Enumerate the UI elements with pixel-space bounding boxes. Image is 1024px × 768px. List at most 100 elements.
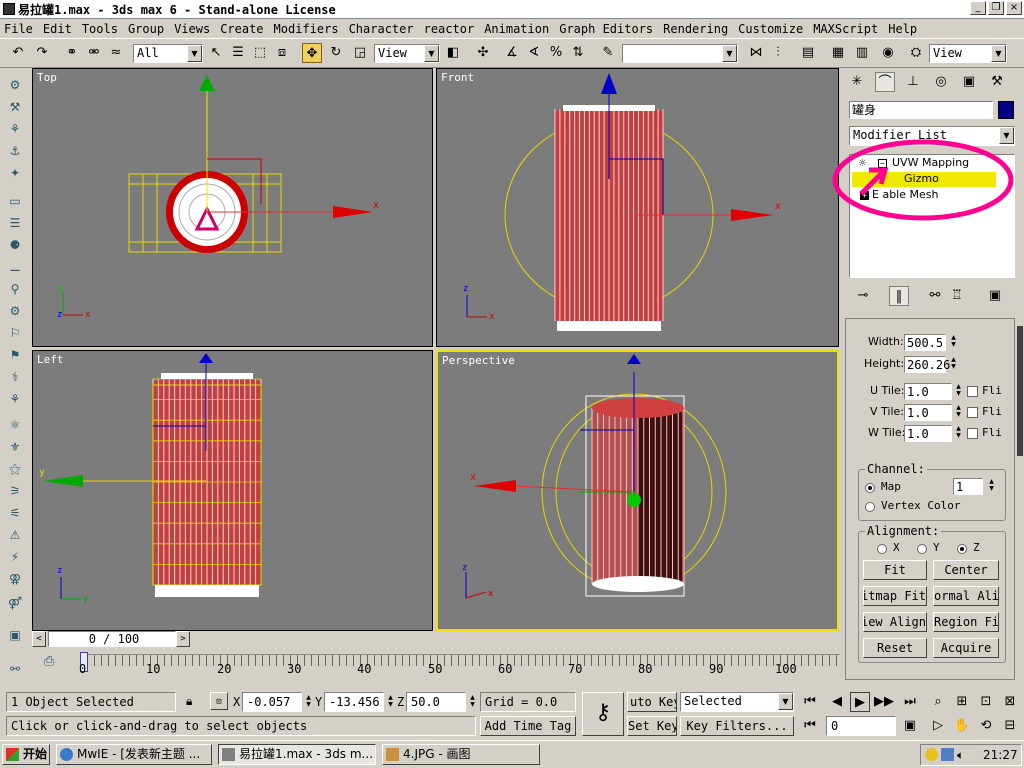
- viewport-front[interactable]: Front x z x: [436, 68, 839, 347]
- map-channel-spinner[interactable]: ▲ ▼: [987, 478, 996, 494]
- hierarchy-tab-icon[interactable]: ⊥: [903, 72, 923, 92]
- goto-end-icon[interactable]: ⏭: [900, 692, 920, 712]
- fit-button[interactable]: Fit: [863, 560, 927, 580]
- object-name-field[interactable]: 罐身: [849, 101, 993, 119]
- map-channel-field[interactable]: 1: [953, 478, 983, 495]
- redo-icon[interactable]: ↷: [32, 43, 52, 63]
- utilities-tab-icon[interactable]: ⚒: [987, 72, 1007, 92]
- view-align-button[interactable]: View Align: [863, 612, 927, 632]
- tool-icon[interactable]: ⚓: [6, 144, 24, 160]
- render-scene-icon[interactable]: ⛭: [906, 43, 926, 63]
- window-crossing-icon[interactable]: ⧈: [272, 43, 292, 63]
- tool-icon[interactable]: ⚙: [6, 304, 24, 320]
- key-filters-button[interactable]: Key Filters...: [680, 716, 794, 736]
- tool-icon[interactable]: ⚒: [6, 100, 24, 116]
- menu-rendering[interactable]: Rendering: [663, 22, 728, 36]
- utile-flip-checkbox[interactable]: [967, 386, 978, 397]
- zoom-all-icon[interactable]: ⊞: [952, 692, 972, 712]
- mirror-icon[interactable]: ⋈: [746, 43, 766, 63]
- tool-icon[interactable]: ▭: [6, 194, 24, 210]
- bitmap-fit-button[interactable]: Bitmap Fit: [863, 586, 927, 606]
- current-frame-field[interactable]: 0: [826, 716, 896, 736]
- tool-icon[interactable]: ⚛: [6, 418, 24, 434]
- tool-icon[interactable]: ☰: [6, 216, 24, 232]
- tool-icon[interactable]: ⚑: [6, 348, 24, 364]
- maximize-button[interactable]: ❐: [988, 1, 1004, 15]
- task-mwie[interactable]: MwIE - [发表新主题 ...: [56, 744, 212, 765]
- chevron-down-icon[interactable]: ▼: [424, 45, 439, 62]
- scale-icon[interactable]: ◲: [350, 43, 370, 63]
- tool-icon[interactable]: ⚜: [6, 440, 24, 456]
- select-link-icon[interactable]: ⚭: [62, 43, 82, 63]
- chevron-down-icon[interactable]: ▼: [187, 45, 202, 62]
- snap-toggle-icon[interactable]: ∡: [502, 43, 522, 63]
- tool-icon[interactable]: ⚤: [6, 596, 24, 612]
- y-coord-field[interactable]: -13.456: [324, 692, 384, 712]
- menu-reactor[interactable]: reactor: [424, 22, 475, 36]
- utile-field[interactable]: 1.0: [904, 383, 952, 400]
- network-icon[interactable]: [941, 748, 954, 761]
- vtile-spinner[interactable]: ▲ ▼: [954, 404, 963, 420]
- acquire-button[interactable]: Acquire: [933, 638, 999, 658]
- key-selection-combo[interactable]: Selected ▼: [680, 692, 794, 712]
- width-spinner[interactable]: ▲ ▼: [949, 334, 958, 350]
- wtile-field[interactable]: 1.0: [904, 425, 952, 442]
- vertex-color-radio[interactable]: [865, 502, 875, 512]
- zoom-icon[interactable]: ⌕: [928, 692, 948, 712]
- menu-file[interactable]: File: [4, 22, 33, 36]
- align-icon[interactable]: ⫶: [768, 43, 788, 63]
- chevron-down-icon[interactable]: ▼: [778, 693, 793, 710]
- tool-icon[interactable]: ⚞: [6, 484, 24, 500]
- zoom-extents-all-icon[interactable]: ⊠: [1000, 692, 1020, 712]
- spinner-snap-icon[interactable]: ⇅: [568, 43, 588, 63]
- display-tab-icon[interactable]: ▣: [959, 72, 979, 92]
- height-spinner[interactable]: ▲ ▼: [949, 356, 958, 372]
- pivot-center-icon[interactable]: ◧: [443, 43, 463, 63]
- zoom-extents-icon[interactable]: ⊡: [976, 692, 996, 712]
- tool-icon[interactable]: ⚙: [6, 78, 24, 94]
- lock-icon[interactable]: 🔒︎: [186, 694, 192, 709]
- play-icon[interactable]: ▶: [850, 692, 870, 712]
- prev-frame-button[interactable]: <: [32, 631, 46, 647]
- set-key-icon[interactable]: ⚷: [582, 692, 624, 736]
- modify-tab-icon[interactable]: ⌒: [875, 72, 895, 92]
- render-type-combo[interactable]: View ▼: [929, 44, 1007, 63]
- tool-icon[interactable]: ⚘: [6, 392, 24, 408]
- normal-align-button[interactable]: ormal Alig: [933, 586, 999, 606]
- align-y-radio[interactable]: [917, 544, 927, 554]
- viewport-perspective[interactable]: Perspective x z x: [436, 350, 839, 631]
- tool-icon[interactable]: ⚘: [6, 122, 24, 138]
- start-button[interactable]: 开始: [2, 744, 50, 765]
- selection-filter-combo[interactable]: All ▼: [133, 44, 203, 63]
- tool-icon[interactable]: ⚡: [6, 550, 24, 566]
- percent-snap-icon[interactable]: %: [546, 43, 566, 63]
- bind-spacewarp-icon[interactable]: ≈: [106, 43, 126, 63]
- height-field[interactable]: 260.26: [904, 356, 950, 373]
- time-slider[interactable]: < 0 / 100 >: [32, 631, 840, 648]
- material-editor-icon[interactable]: ◉: [878, 43, 898, 63]
- panel-scrollbar[interactable]: [1017, 326, 1023, 456]
- rotate-icon[interactable]: ↻: [326, 43, 346, 63]
- move-icon[interactable]: ✥: [302, 43, 322, 63]
- tool-icon[interactable]: ⚲: [6, 282, 24, 298]
- pin-stack-icon[interactable]: ⊸: [853, 286, 873, 306]
- absolute-mode-icon[interactable]: ⊡: [210, 692, 228, 710]
- menu-animation[interactable]: Animation: [484, 22, 549, 36]
- qq-icon[interactable]: [925, 748, 938, 761]
- tool-icon[interactable]: ⚈: [6, 238, 24, 254]
- align-z-radio[interactable]: [957, 544, 967, 554]
- show-end-result-icon[interactable]: ‖: [889, 286, 909, 306]
- tool-icon[interactable]: ⚢: [6, 572, 24, 588]
- next-key-icon[interactable]: ▶▶: [874, 692, 894, 712]
- select-by-name-icon[interactable]: ☰: [228, 43, 248, 63]
- rect-selection-icon[interactable]: ⬚: [250, 43, 270, 63]
- key-mode-icon[interactable]: ⏮: [800, 716, 820, 736]
- region-fit-button[interactable]: Region Fit: [933, 612, 999, 632]
- menu-modifiers[interactable]: Modifiers: [274, 22, 339, 36]
- motion-tab-icon[interactable]: ◎: [931, 72, 951, 92]
- menu-character[interactable]: Character: [349, 22, 414, 36]
- create-tab-icon[interactable]: ✳: [847, 72, 867, 92]
- tool-icon[interactable]: ⚐: [6, 326, 24, 342]
- menu-maxscript[interactable]: MAXScript: [813, 22, 878, 36]
- tool-icon[interactable]: ⚊: [6, 260, 24, 276]
